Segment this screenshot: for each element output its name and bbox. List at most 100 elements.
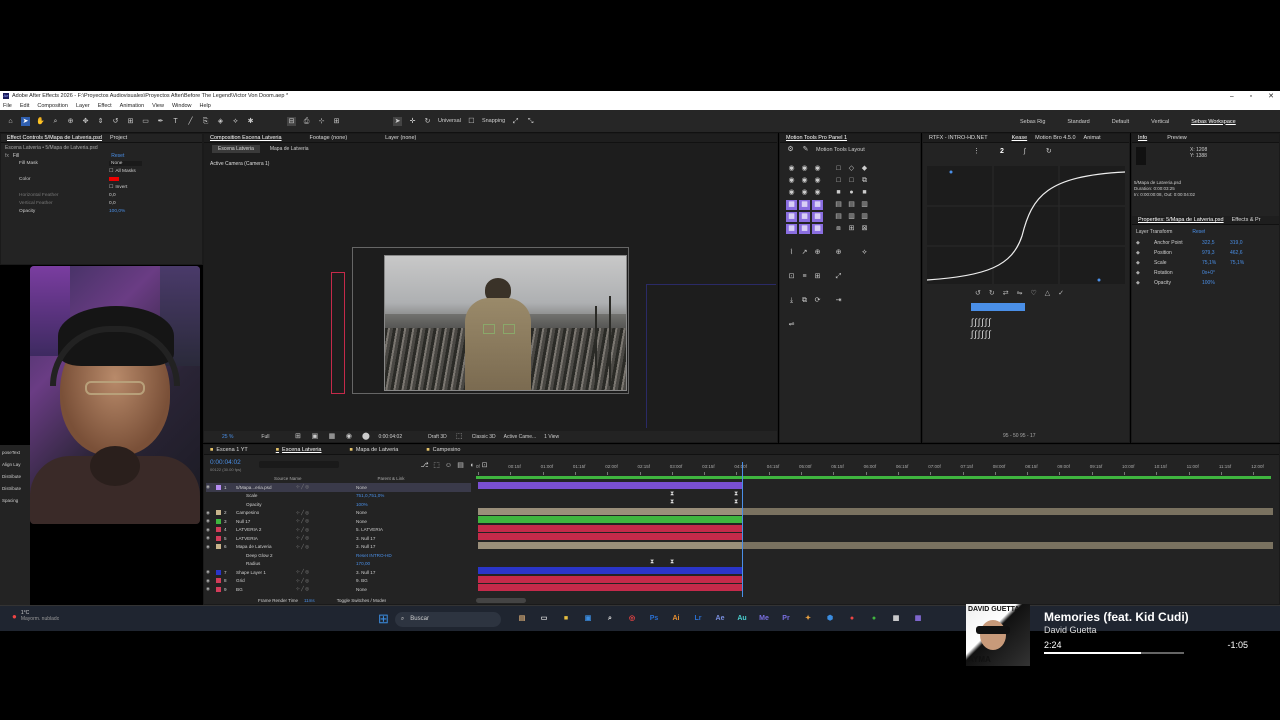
motion-tool-icon[interactable]: ■ [833, 188, 844, 198]
layer-bar-tail[interactable] [743, 541, 1273, 549]
preset-slider[interactable] [971, 303, 1025, 311]
taskbar-app-icon[interactable]: ● [866, 612, 882, 626]
parent-dropdown[interactable]: 751,0,751,0% [356, 493, 384, 498]
parent-dropdown[interactable]: 3. Null 17 [356, 544, 375, 549]
timeline-layer-row[interactable]: ◉ 9 BG ⊹ ╱ ◎ None [206, 585, 471, 594]
timeline-layer-row[interactable]: ◉ 7 Shape Layer 1 ⊹ ╱ ◎ 3. Null 17 [206, 568, 471, 577]
layer-name[interactable]: BG [236, 587, 296, 592]
motion-tool-icon[interactable]: ⇥ [833, 296, 844, 306]
zoom-tool-icon[interactable]: ⌕ [51, 117, 60, 126]
selection-tool-icon[interactable]: ➤ [21, 116, 30, 126]
layer-name[interactable]: Radius [236, 561, 296, 566]
timeline-layer-row[interactable]: Opacity 100% [206, 500, 471, 509]
taskbar-app-icon[interactable]: Ae [712, 612, 728, 626]
parent-dropdown[interactable]: None [356, 510, 367, 515]
timeline-layer-row[interactable]: Deep Glow 2 Reset INTRO-HD [206, 551, 471, 560]
timeline-layer-row[interactable]: ◉ 1 5/Mapa...eria.psd ⊹ ╱ ◎ None [206, 483, 471, 492]
hand-tool-icon[interactable]: ✋ [36, 117, 45, 126]
property-value[interactable]: 322,5 [1202, 240, 1226, 246]
menu-effect[interactable]: Effect [98, 103, 112, 109]
layer-bar[interactable] [478, 533, 743, 540]
motion-tool-icon[interactable]: ⌇ [786, 248, 797, 258]
visibility-eye-icon[interactable]: ◉ [206, 535, 216, 541]
quality-dropdown[interactable]: Full [261, 434, 269, 440]
timeline-layer-row[interactable]: ◉ 8 Grid ⊹ ╱ ◎ 9. BG [206, 577, 471, 586]
motion-tool-icon[interactable]: ◉ [812, 164, 823, 174]
parent-dropdown[interactable]: 3. Null 17 [356, 536, 375, 541]
tab-preview[interactable]: Preview [1167, 135, 1187, 141]
property-row[interactable]: ◆ Anchor Point 322,5 319,0 [1136, 238, 1276, 248]
keyframe-icon[interactable]: ◆ [1136, 260, 1150, 266]
taskbar-app-icon[interactable]: ▦ [910, 612, 926, 626]
timeline-tab[interactable]: ■ Escena Latveria [276, 447, 322, 453]
property-row[interactable]: ◆ Position 979,3 462,6 [1136, 248, 1276, 258]
taskbar-app-icon[interactable]: Lr [690, 612, 706, 626]
tab-footage[interactable]: Footage (none) [310, 135, 348, 141]
motion-tool-icon[interactable]: ▦ [786, 212, 797, 222]
pan-tool-icon[interactable]: ✥ [81, 117, 90, 126]
menu-dots-icon[interactable]: ⋮ [973, 147, 980, 155]
transparency-icon[interactable]: ▦ [327, 432, 336, 441]
motion-tool-icon[interactable]: ⧉ [799, 296, 810, 306]
puppet-tool-icon[interactable]: ✱ [246, 117, 255, 126]
grid-toggle-icon[interactable]: ⊞ [293, 432, 302, 441]
layer-switches[interactable]: ⊹ ╱ ◎ [296, 484, 356, 490]
toggle-switches-modes[interactable]: Toggle Switches / Modes [337, 598, 387, 603]
timeline-tab[interactable]: ■ Campesino [426, 447, 460, 453]
playhead[interactable] [742, 462, 743, 597]
menu-composition[interactable]: Composition [37, 103, 68, 109]
keyframe-icon[interactable]: ⧗ [650, 559, 654, 566]
layer-bar[interactable] [478, 567, 743, 574]
rotate-tool-icon[interactable]: ↺ [111, 117, 120, 126]
layer-name[interactable]: Null 17 [236, 519, 296, 524]
minimize-icon[interactable]: – [1230, 93, 1234, 100]
taskbar-app-icon[interactable]: ▭ [536, 612, 552, 626]
effect-row-value[interactable]: 0,0 [109, 193, 116, 198]
effect-row[interactable]: Color [1, 175, 202, 183]
snapshot-icon[interactable]: ◉ [344, 432, 353, 441]
windows-start-icon[interactable]: ⊞ [378, 611, 389, 627]
workspace-0[interactable]: Sebas Rig [1020, 119, 1045, 125]
label-color[interactable] [216, 553, 221, 558]
layer-search-input[interactable] [259, 461, 339, 468]
property-value-2[interactable]: 462,6 [1230, 250, 1243, 256]
motion-tool-icon[interactable]: □ [846, 176, 857, 186]
motion-tool-icon[interactable]: ▤ [833, 200, 844, 210]
timeline-layer-row[interactable]: ◉ 2 Campesino ⊹ ╱ ◎ None [206, 509, 471, 518]
taskbar-app-icon[interactable]: Ps [646, 612, 662, 626]
property-value[interactable]: 100% [1202, 280, 1226, 286]
workspace-4[interactable]: Sebas Workspace [1191, 119, 1236, 125]
type-tool-icon[interactable]: T [171, 117, 180, 126]
motion-tool-icon[interactable]: ◉ [799, 188, 810, 198]
property-row[interactable]: ◆ Opacity 100% [1136, 278, 1276, 288]
property-value[interactable]: 75,1% [1202, 260, 1226, 266]
color-swatch-red[interactable] [109, 177, 119, 181]
motion-tool-icon[interactable]: ⧉ [859, 176, 870, 186]
parent-dropdown[interactable]: None [356, 485, 367, 490]
motion-tool-icon[interactable]: ▦ [812, 224, 823, 234]
motion-tool-icon[interactable]: ▦ [812, 200, 823, 210]
motion-tool-icon[interactable]: ▤ [833, 212, 844, 222]
layer-bar[interactable] [478, 524, 743, 532]
check-icon[interactable]: ✓ [1058, 289, 1064, 297]
home-icon[interactable]: ⌂ [6, 117, 15, 126]
property-value[interactable]: 0x+0° [1202, 270, 1226, 276]
motion-tool-icon[interactable]: ● [846, 188, 857, 198]
timeline-layer-row[interactable]: Radius 170,00 [206, 560, 471, 569]
motion-tool-icon[interactable]: ▦ [799, 212, 810, 222]
ease-presets[interactable]: ∫∫∫∫∫∫ ∫∫∫∫∫∫ [971, 316, 1081, 340]
layer-switches[interactable]: ⊹ ╱ ◎ [296, 578, 356, 584]
layer-name[interactable]: LATVERIA [236, 536, 296, 541]
tab-info[interactable]: Info [1138, 135, 1147, 141]
tab-motion-bro[interactable]: Motion Bro 4.5.0 [1035, 135, 1075, 141]
edit-pencil-icon[interactable]: ✎ [801, 145, 810, 154]
eraser-tool-icon[interactable]: ◈ [216, 117, 225, 126]
parent-dropdown[interactable]: 170,00 [356, 561, 370, 566]
tab-rtfx[interactable]: RTFX - INTRO-HD.NET [929, 135, 988, 141]
label-color[interactable] [216, 518, 221, 524]
align-icon[interactable]: ⊟ [287, 116, 296, 126]
keyframe-icon[interactable]: ⧗ [734, 499, 738, 506]
layer-switches[interactable]: ⊹ ╱ ◎ [296, 586, 356, 592]
tab-layer[interactable]: Layer (none) [385, 135, 416, 141]
motion-tool-icon[interactable]: ◉ [786, 164, 797, 174]
